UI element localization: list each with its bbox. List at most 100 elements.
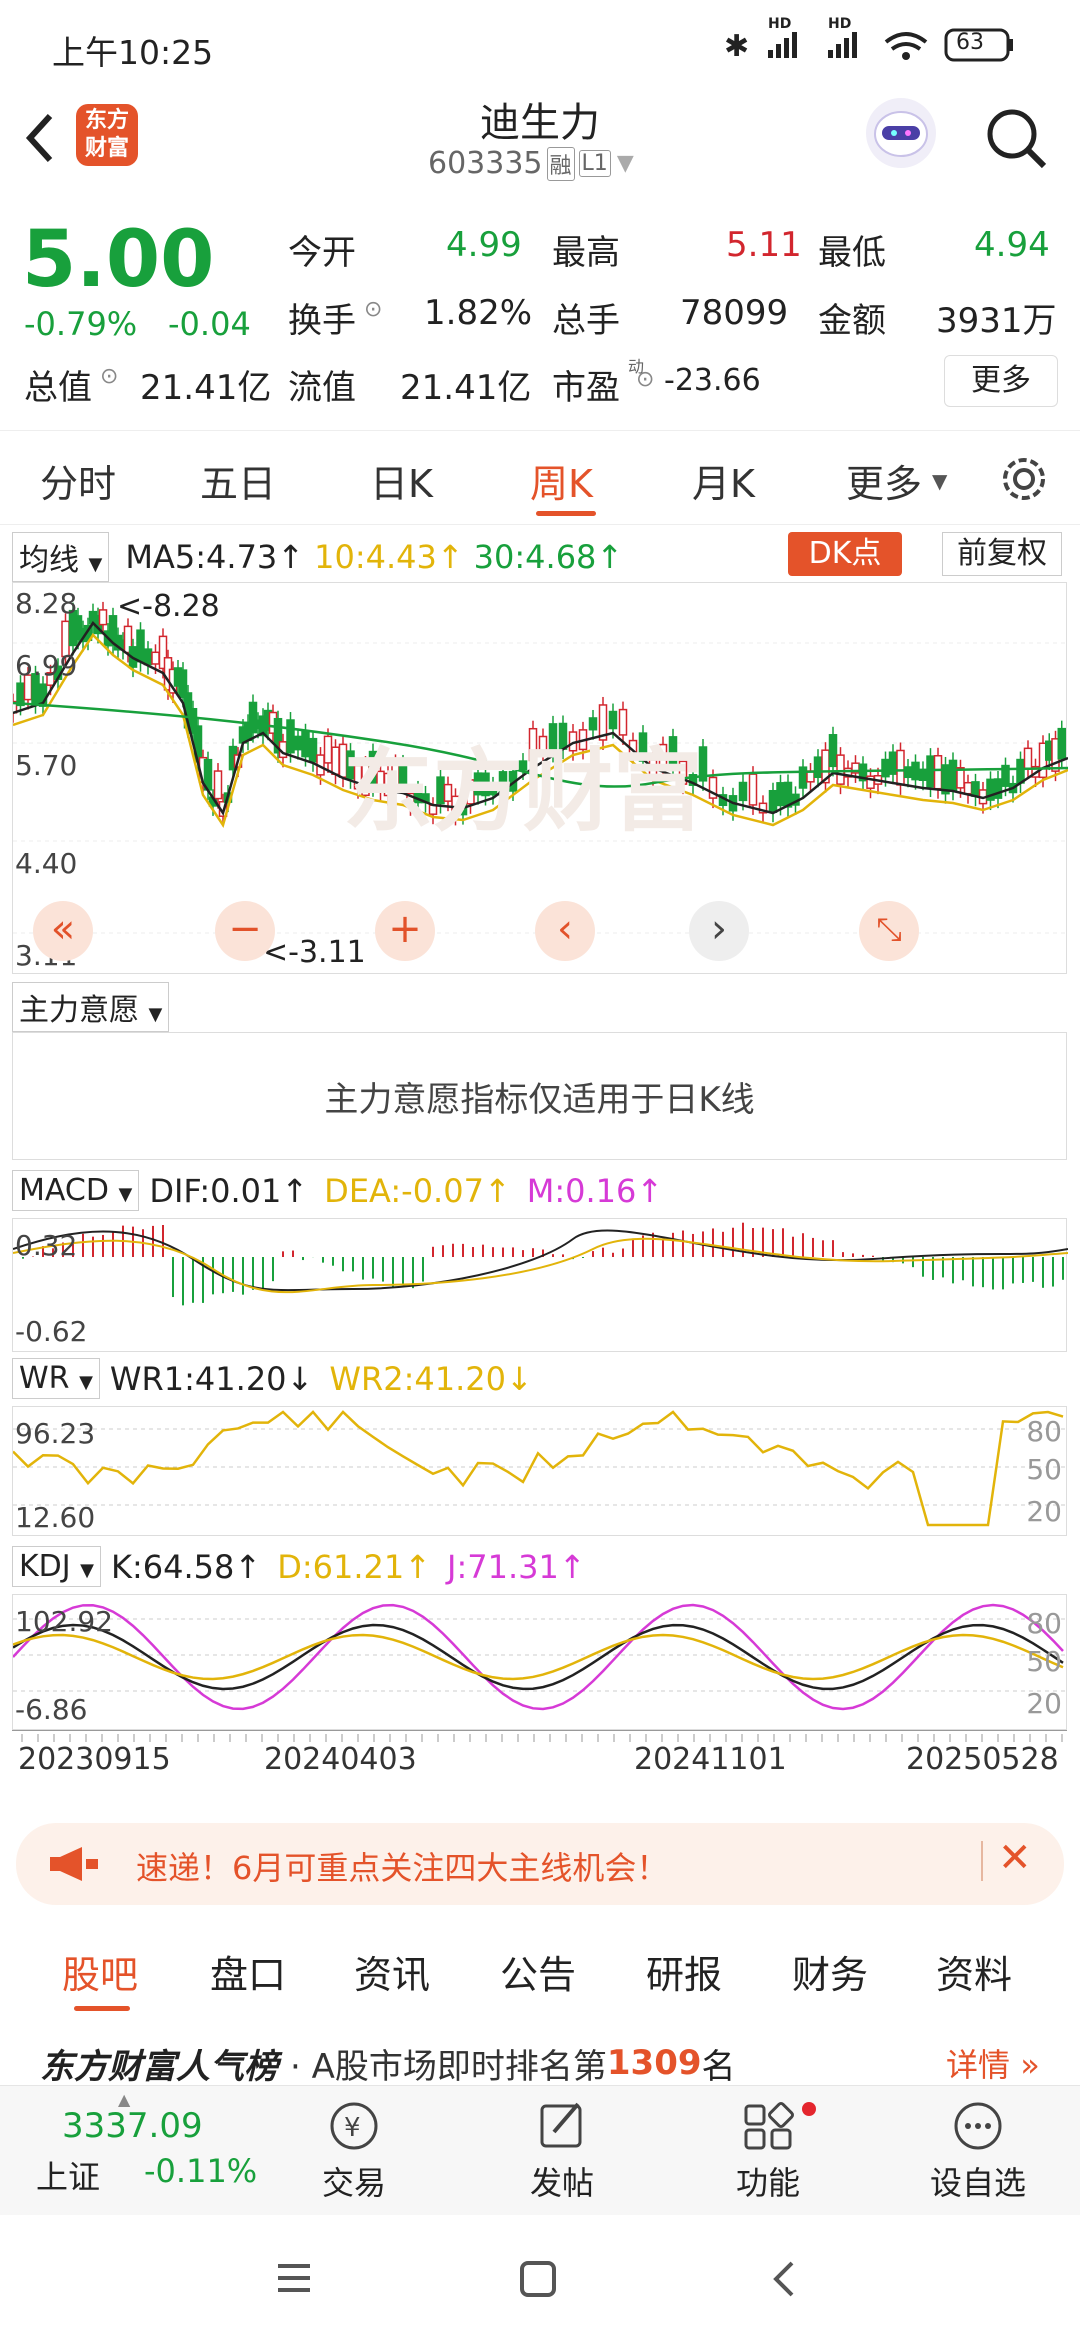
info-icon[interactable]: ⊙ xyxy=(636,367,654,392)
watermark: 东方财富 xyxy=(343,739,703,844)
change-value: -0.04 xyxy=(168,305,251,343)
tab-finance[interactable]: 财务 xyxy=(792,1944,868,1999)
scroll-left-icon[interactable]: ‹ xyxy=(535,901,595,961)
trade-icon: ¥ xyxy=(330,2102,378,2150)
stock-header: 东方 财富 迪生力 603335 融 L1 ▼ xyxy=(0,90,1080,195)
dk-point-button[interactable]: DK点 xyxy=(788,532,902,576)
open-value: 4.99 xyxy=(446,225,522,265)
wr2-value: WR2:41.20 xyxy=(329,1359,506,1398)
tab-five-day[interactable]: 五日 xyxy=(200,453,276,508)
y-tick: -0.62 xyxy=(15,1315,88,1348)
date-label: 20250528 xyxy=(906,1742,1059,1777)
tab-intraday[interactable]: 分时 xyxy=(40,453,116,508)
home-icon[interactable] xyxy=(518,2259,558,2299)
rank-detail-link[interactable]: 详情 » xyxy=(946,2040,1040,2086)
candle xyxy=(286,719,295,754)
news-ticker[interactable]: 速递！6月可重点关注四大主线机会！ ✕ xyxy=(16,1823,1064,1905)
last-price: 5.00 xyxy=(22,215,215,305)
menu-icon[interactable] xyxy=(274,2260,314,2296)
main-force-selector[interactable]: 主力意愿 ▼ xyxy=(12,982,170,1032)
robot-assistant-icon[interactable] xyxy=(866,98,936,168)
close-icon[interactable]: ✕ xyxy=(998,1835,1032,1881)
candle xyxy=(903,766,913,779)
macd-legend: MACD ▼ DIF:0.01 ↑ DEA:-0.07 ↑ M:0.16 ↑ xyxy=(12,1170,663,1211)
candle xyxy=(301,731,310,758)
tab-daily-k[interactable]: 日K xyxy=(370,453,433,508)
rank-number: 1309 xyxy=(606,2043,702,2083)
zoom-out-icon[interactable]: − xyxy=(215,901,275,961)
info-icon[interactable]: ⊙ xyxy=(100,364,118,389)
turnover-label: 换手 xyxy=(288,301,356,341)
zoom-in-icon[interactable]: + xyxy=(375,901,435,961)
wr-chart[interactable]: 96.23 12.60 80 50 20 xyxy=(12,1406,1068,1536)
total-value: 21.41亿 xyxy=(140,368,272,408)
tab-forum[interactable]: 股吧 xyxy=(62,1944,138,1999)
index-name: 上证 xyxy=(36,2158,101,2196)
bottom-nav: 3337.09 ▲ 上证 -0.11% ¥ 交易 发帖 功能 设自选 xyxy=(0,2085,1080,2215)
adjust-button[interactable]: 前复权 xyxy=(942,532,1062,576)
index-value[interactable]: 3337.09 xyxy=(62,2106,203,2146)
info-icon[interactable]: ⊙ xyxy=(364,297,382,322)
macd-dea: DEA:-0.07 xyxy=(324,1171,484,1210)
kdj-legend: KDJ ▼ K:64.58 ↑ D:61.21 ↑ J:71.31 ↑ xyxy=(12,1546,586,1587)
kline-legend: 均线 ▼ MA5:4.73 ↑ 10:4.43 ↑ 30:4.68 ↑ xyxy=(12,532,623,582)
wr-selector[interactable]: WR ▼ xyxy=(12,1358,100,1399)
date-axis xyxy=(12,1730,1067,1742)
scroll-right-icon[interactable]: › xyxy=(689,901,749,961)
megaphone-icon xyxy=(50,1847,98,1881)
total-value-label: 总值 xyxy=(24,368,92,408)
settings-gear-icon[interactable] xyxy=(998,453,1050,505)
more-button[interactable]: 更多 xyxy=(944,355,1058,407)
main-force-legend: 主力意愿 ▼ xyxy=(12,982,170,1032)
popularity-rank[interactable]: 东方财富人气榜 · A股市场即时排名第 1309 名 xyxy=(40,2038,736,2088)
tab-news[interactable]: 资讯 xyxy=(354,1944,430,1999)
fullscreen-icon[interactable]: ⤡ xyxy=(859,901,919,961)
tab-profile[interactable]: 资料 xyxy=(936,1944,1012,1999)
quote-panel: 5.00 -0.79% -0.04 今开 4.99 最高 5.11 最低 4.9… xyxy=(0,205,1080,425)
kline-chart[interactable]: 东方财富 8.28 6.99 5.70 4.40 3.11 <-8.28 <-3… xyxy=(12,582,1068,974)
nav-add-watchlist[interactable]: 设自选 xyxy=(918,2098,1038,2204)
stock-code: 603335 xyxy=(428,146,543,181)
amount-label: 金额 xyxy=(818,301,886,341)
float-value-label: 流值 xyxy=(288,368,356,408)
y-tick: 96.23 xyxy=(15,1417,96,1450)
tab-monthly-k[interactable]: 月K xyxy=(692,453,755,508)
back-icon[interactable] xyxy=(770,2259,800,2299)
kdj-selector[interactable]: KDJ ▼ xyxy=(12,1546,102,1587)
candle xyxy=(993,778,1003,799)
candle xyxy=(738,781,748,802)
scroll-left-fast-icon[interactable]: « xyxy=(33,901,93,961)
open-label: 今开 xyxy=(288,233,356,273)
eastmoney-logo[interactable]: 东方 财富 xyxy=(76,104,138,166)
candle xyxy=(963,781,973,795)
tab-more[interactable]: 更多 xyxy=(846,453,922,508)
candle xyxy=(776,782,785,807)
macd-selector[interactable]: MACD ▼ xyxy=(12,1170,140,1211)
candle xyxy=(828,734,838,768)
back-arrow-icon[interactable] xyxy=(20,108,60,168)
high-value: 5.11 xyxy=(726,225,802,265)
volume-label: 总手 xyxy=(552,301,620,341)
nav-trade[interactable]: ¥ 交易 xyxy=(304,2098,404,2204)
candle xyxy=(143,648,153,666)
nav-functions[interactable]: 功能 xyxy=(718,2098,818,2204)
candle xyxy=(98,609,108,626)
ma-selector[interactable]: 均线 ▼ xyxy=(12,532,110,582)
level-badge: L1 xyxy=(578,150,611,177)
search-icon[interactable] xyxy=(982,104,1052,174)
kdj-chart[interactable]: 102.92 -6.86 80 50 20 xyxy=(12,1594,1068,1730)
system-nav xyxy=(0,2215,1080,2340)
kdj-j: J:71.31 xyxy=(447,1547,559,1586)
level-tick: 50 xyxy=(1026,1453,1062,1486)
macd-chart[interactable]: 0.32 -0.62 xyxy=(12,1218,1068,1352)
tab-weekly-k[interactable]: 周K xyxy=(530,453,593,508)
nav-post[interactable]: 发帖 xyxy=(512,2098,612,2204)
tab-research[interactable]: 研报 xyxy=(646,1944,722,1999)
volume-value: 78099 xyxy=(680,293,789,333)
k-line xyxy=(13,1623,1064,1691)
stock-code-row[interactable]: 603335 融 L1 ▼ xyxy=(428,146,634,181)
tab-order-book[interactable]: 盘口 xyxy=(210,1944,286,1999)
tab-announcements[interactable]: 公告 xyxy=(500,1944,576,1999)
max-price-label: <-8.28 xyxy=(117,589,220,624)
turnover-value: 1.82% xyxy=(424,293,533,333)
